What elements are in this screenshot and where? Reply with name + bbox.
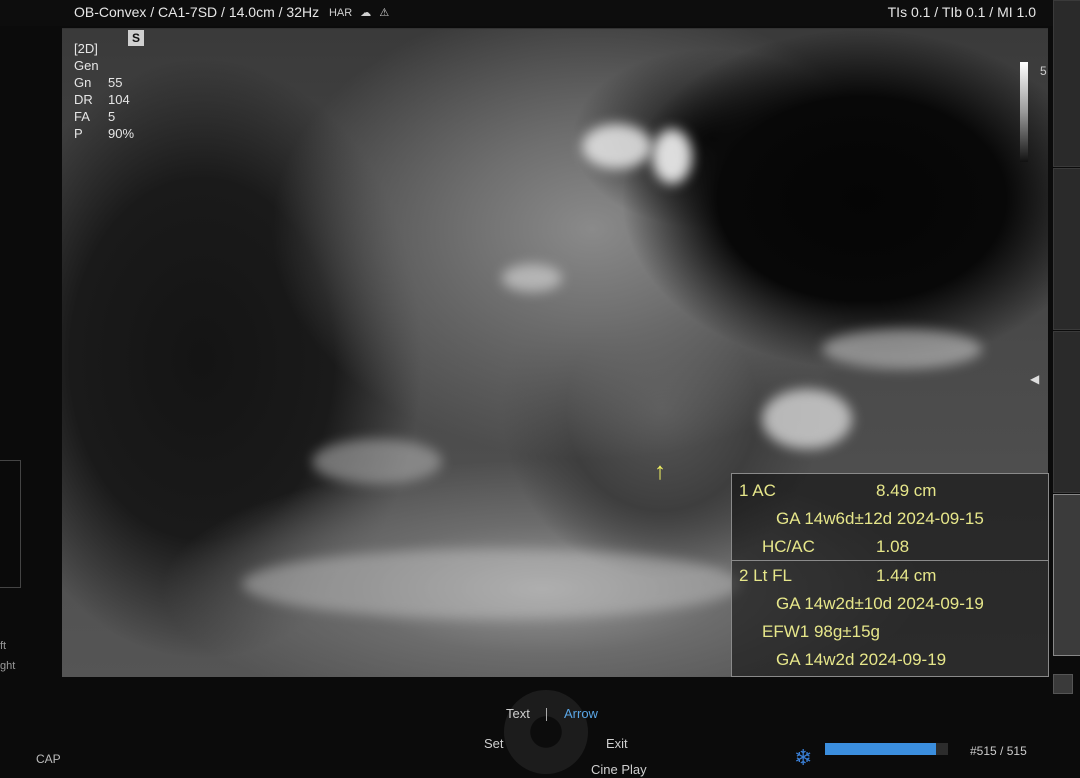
text-mode-button[interactable]: Text	[506, 706, 530, 721]
measure-ac-ga: GA 14w6d±12d 2024-09-15	[776, 509, 984, 528]
thumbnail[interactable]	[1053, 0, 1080, 167]
measure-fl-value: 1.44 cm	[876, 566, 937, 585]
measure-divider	[732, 560, 1048, 561]
scale-label: 5	[1040, 64, 1047, 78]
echo-bright-6	[242, 549, 742, 619]
probe-info-text: OB-Convex / CA1-7SD / 14.0cm / 32Hz	[74, 4, 320, 20]
param-row-dr: DR 104	[74, 92, 130, 107]
param-row-gn: Gn 55	[74, 75, 123, 90]
thumbnail[interactable]	[1053, 494, 1080, 656]
exit-button[interactable]: Exit	[606, 736, 628, 751]
probe-info: OB-Convex / CA1-7SD / 14.0cm / 32Hz HAR …	[74, 4, 394, 20]
safety-indices: TIs 0.1 / TIb 0.1 / MI 1.0	[887, 4, 1036, 20]
measure-hcac-label: HC/AC	[762, 537, 815, 556]
echo-bright-3	[762, 389, 852, 449]
har-icon: HAR	[328, 7, 353, 19]
mode-divider	[546, 708, 547, 721]
cine-progress-bar[interactable]	[825, 743, 948, 755]
side-label-right: ght	[0, 660, 16, 672]
param-row-fa: FA 5	[74, 109, 116, 124]
echo-bright-4	[502, 264, 562, 292]
shield-icon: ☁	[360, 7, 372, 19]
set-button[interactable]: Set	[484, 736, 504, 751]
top-status-bar: OB-Convex / CA1-7SD / 14.0cm / 32Hz HAR …	[0, 0, 1080, 26]
thumbnail[interactable]	[1053, 168, 1080, 330]
measure-fl-label: 2 Lt FL	[739, 566, 792, 585]
measure-hcac-value: 1.08	[876, 537, 910, 556]
arrow-annotation-icon[interactable]: ↑	[654, 460, 666, 484]
measure-fl-ga: GA 14w2d±10d 2024-09-19	[776, 594, 984, 613]
echo-bright-7	[822, 329, 982, 369]
trackball-dial[interactable]	[504, 690, 588, 774]
echo-bright-2	[652, 129, 692, 184]
measurement-results: 1 AC 8.49 cm GA 14w6d±12d 2024-09-15 HC/…	[731, 473, 1049, 677]
frame-counter: #515 / 515	[970, 744, 1027, 758]
frame-current: #515	[970, 744, 997, 758]
arrow-mode-button[interactable]: Arrow	[564, 706, 598, 721]
probe-status-icons: HAR ☁ ⚠	[329, 6, 394, 19]
measure-efw: EFW1 98g±15g	[762, 622, 881, 641]
thumbnail[interactable]	[1053, 331, 1080, 493]
gray-scale-bar	[1020, 62, 1028, 162]
cine-progress-fill	[825, 743, 936, 755]
bottom-control-bar: CAP Text Arrow Set Exit Cine Play ❄ #515…	[0, 690, 1080, 778]
cap-indicator: CAP	[36, 752, 61, 766]
preset-label: Gen	[74, 58, 99, 73]
echo-bright-5	[312, 439, 442, 484]
signal-icon: ⚠	[379, 7, 390, 19]
param-row-p: P 90%	[74, 126, 135, 141]
measure-ac-value: 8.49 cm	[876, 481, 937, 500]
thumbnail-strip	[1053, 0, 1080, 700]
measure-efw-ga: GA 14w2d 2024-09-19	[776, 650, 947, 669]
left-side-panel	[0, 460, 21, 588]
freeze-icon[interactable]: ❄	[794, 745, 812, 771]
mode-label: [2D]	[74, 41, 98, 56]
focus-marker-icon[interactable]: ◀	[1030, 372, 1039, 386]
imaging-params: [2D] Gen Gn 55 DR 104 FA 5 P 90%	[74, 40, 134, 142]
echo-bright-1	[582, 124, 652, 169]
frame-total: / 515	[1000, 744, 1027, 758]
measure-ac-label: 1 AC	[739, 481, 776, 500]
cine-play-button[interactable]: Cine Play	[591, 762, 647, 777]
side-label-left: ft	[0, 640, 7, 652]
